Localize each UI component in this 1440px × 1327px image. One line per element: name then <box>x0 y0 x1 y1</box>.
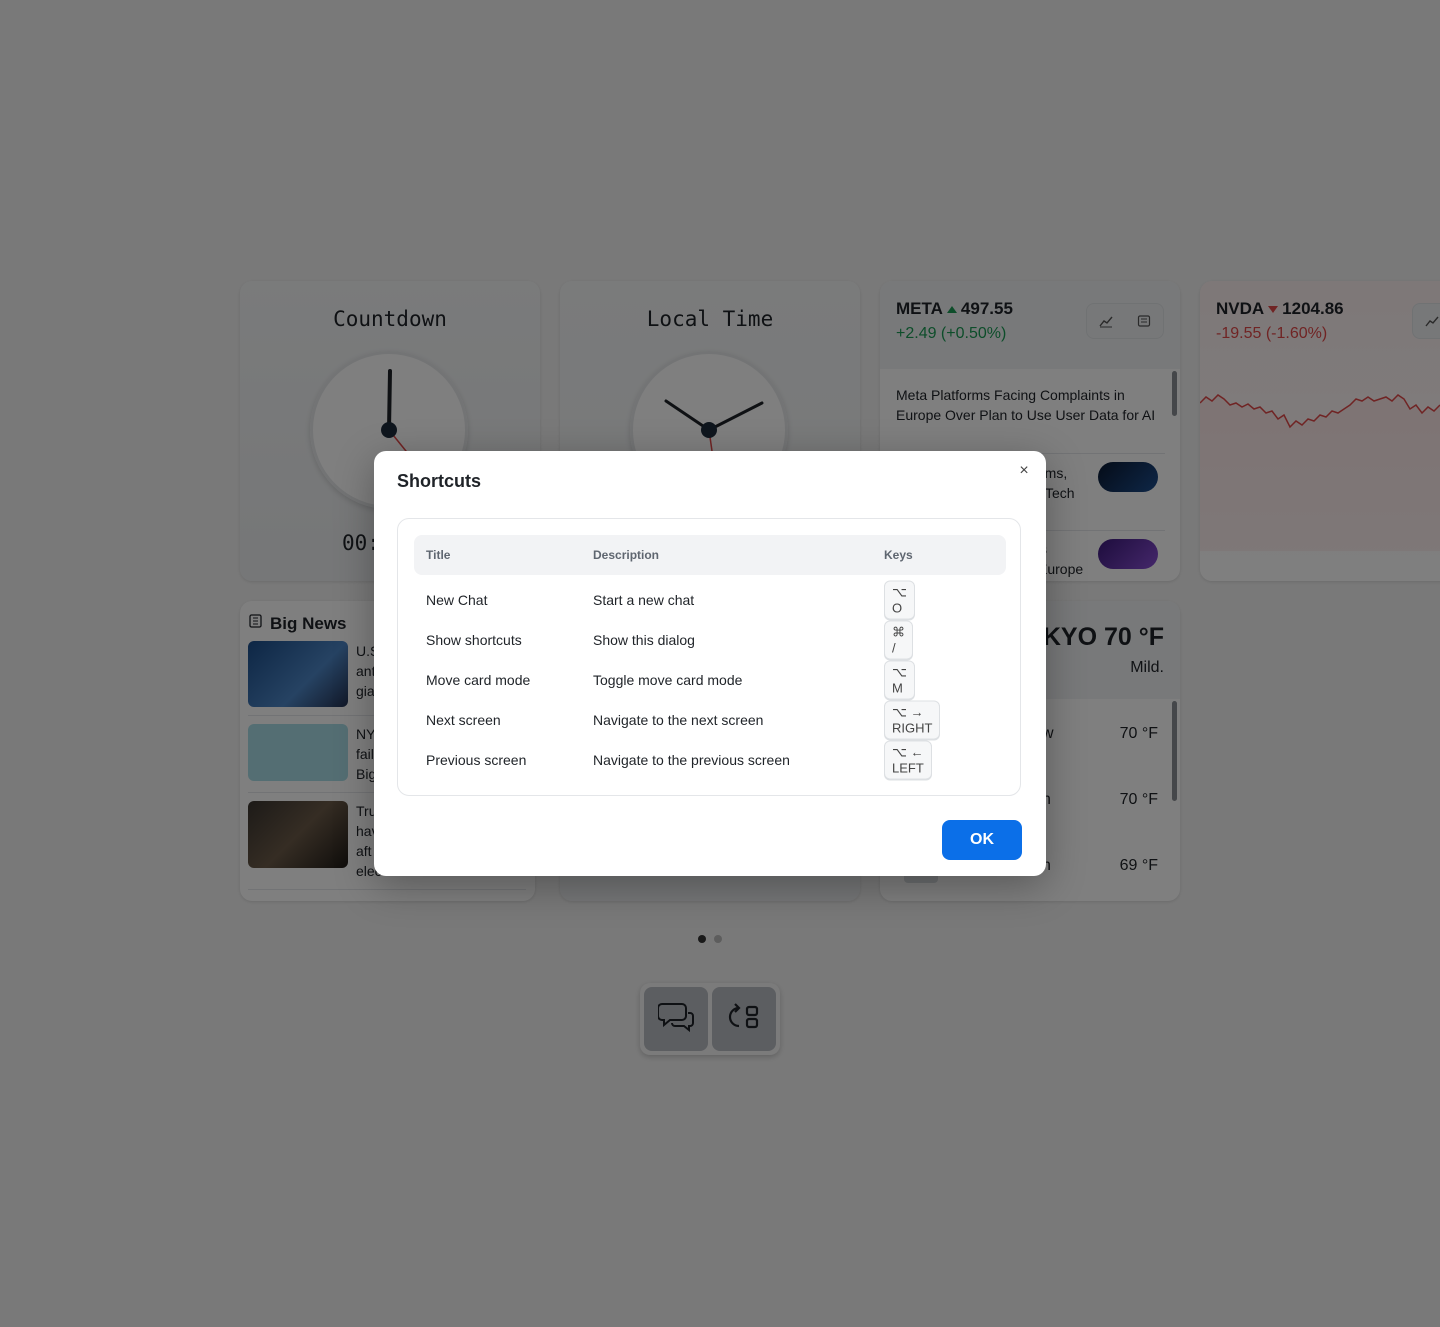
shortcuts-dialog: Shortcuts × Title Description Keys New C… <box>374 451 1046 876</box>
dialog-title: Shortcuts <box>397 471 482 491</box>
shortcuts-table: Title Description Keys New Chat Start a … <box>397 518 1021 796</box>
column-header-keys: Keys <box>884 548 913 562</box>
shortcut-description: Toggle move card mode <box>593 672 743 688</box>
close-icon[interactable]: × <box>1014 461 1034 481</box>
shortcut-description: Navigate to the previous screen <box>593 752 790 768</box>
table-row: Next screen Navigate to the next screen … <box>414 700 1006 740</box>
table-header: Title Description Keys <box>414 535 1006 575</box>
shortcut-keys: ⌥ M <box>884 660 915 700</box>
shortcut-description: Navigate to the next screen <box>593 712 764 728</box>
ok-button[interactable]: OK <box>942 820 1022 860</box>
table-row: New Chat Start a new chat ⌥ O <box>414 580 1006 620</box>
table-row: Move card mode Toggle move card mode ⌥ M <box>414 660 1006 700</box>
shortcut-title: Move card mode <box>426 672 531 688</box>
table-row: Previous screen Navigate to the previous… <box>414 740 1006 780</box>
shortcut-title: Next screen <box>426 712 501 728</box>
shortcut-keys: ⌥ → RIGHT <box>884 700 941 740</box>
shortcut-title: Previous screen <box>426 752 527 768</box>
shortcut-keys: ⌥ O <box>884 580 915 620</box>
column-header-description: Description <box>593 548 660 562</box>
shortcut-description: Start a new chat <box>593 592 695 608</box>
shortcut-title: New Chat <box>426 592 488 608</box>
shortcut-description: Show this dialog <box>593 632 695 648</box>
shortcut-keys: ⌥ ← LEFT <box>884 740 932 780</box>
shortcut-title: Show shortcuts <box>426 632 522 648</box>
column-header-title: Title <box>426 548 451 562</box>
table-row: Show shortcuts Show this dialog ⌘ / <box>414 620 1006 660</box>
shortcut-keys: ⌘ / <box>884 620 913 660</box>
